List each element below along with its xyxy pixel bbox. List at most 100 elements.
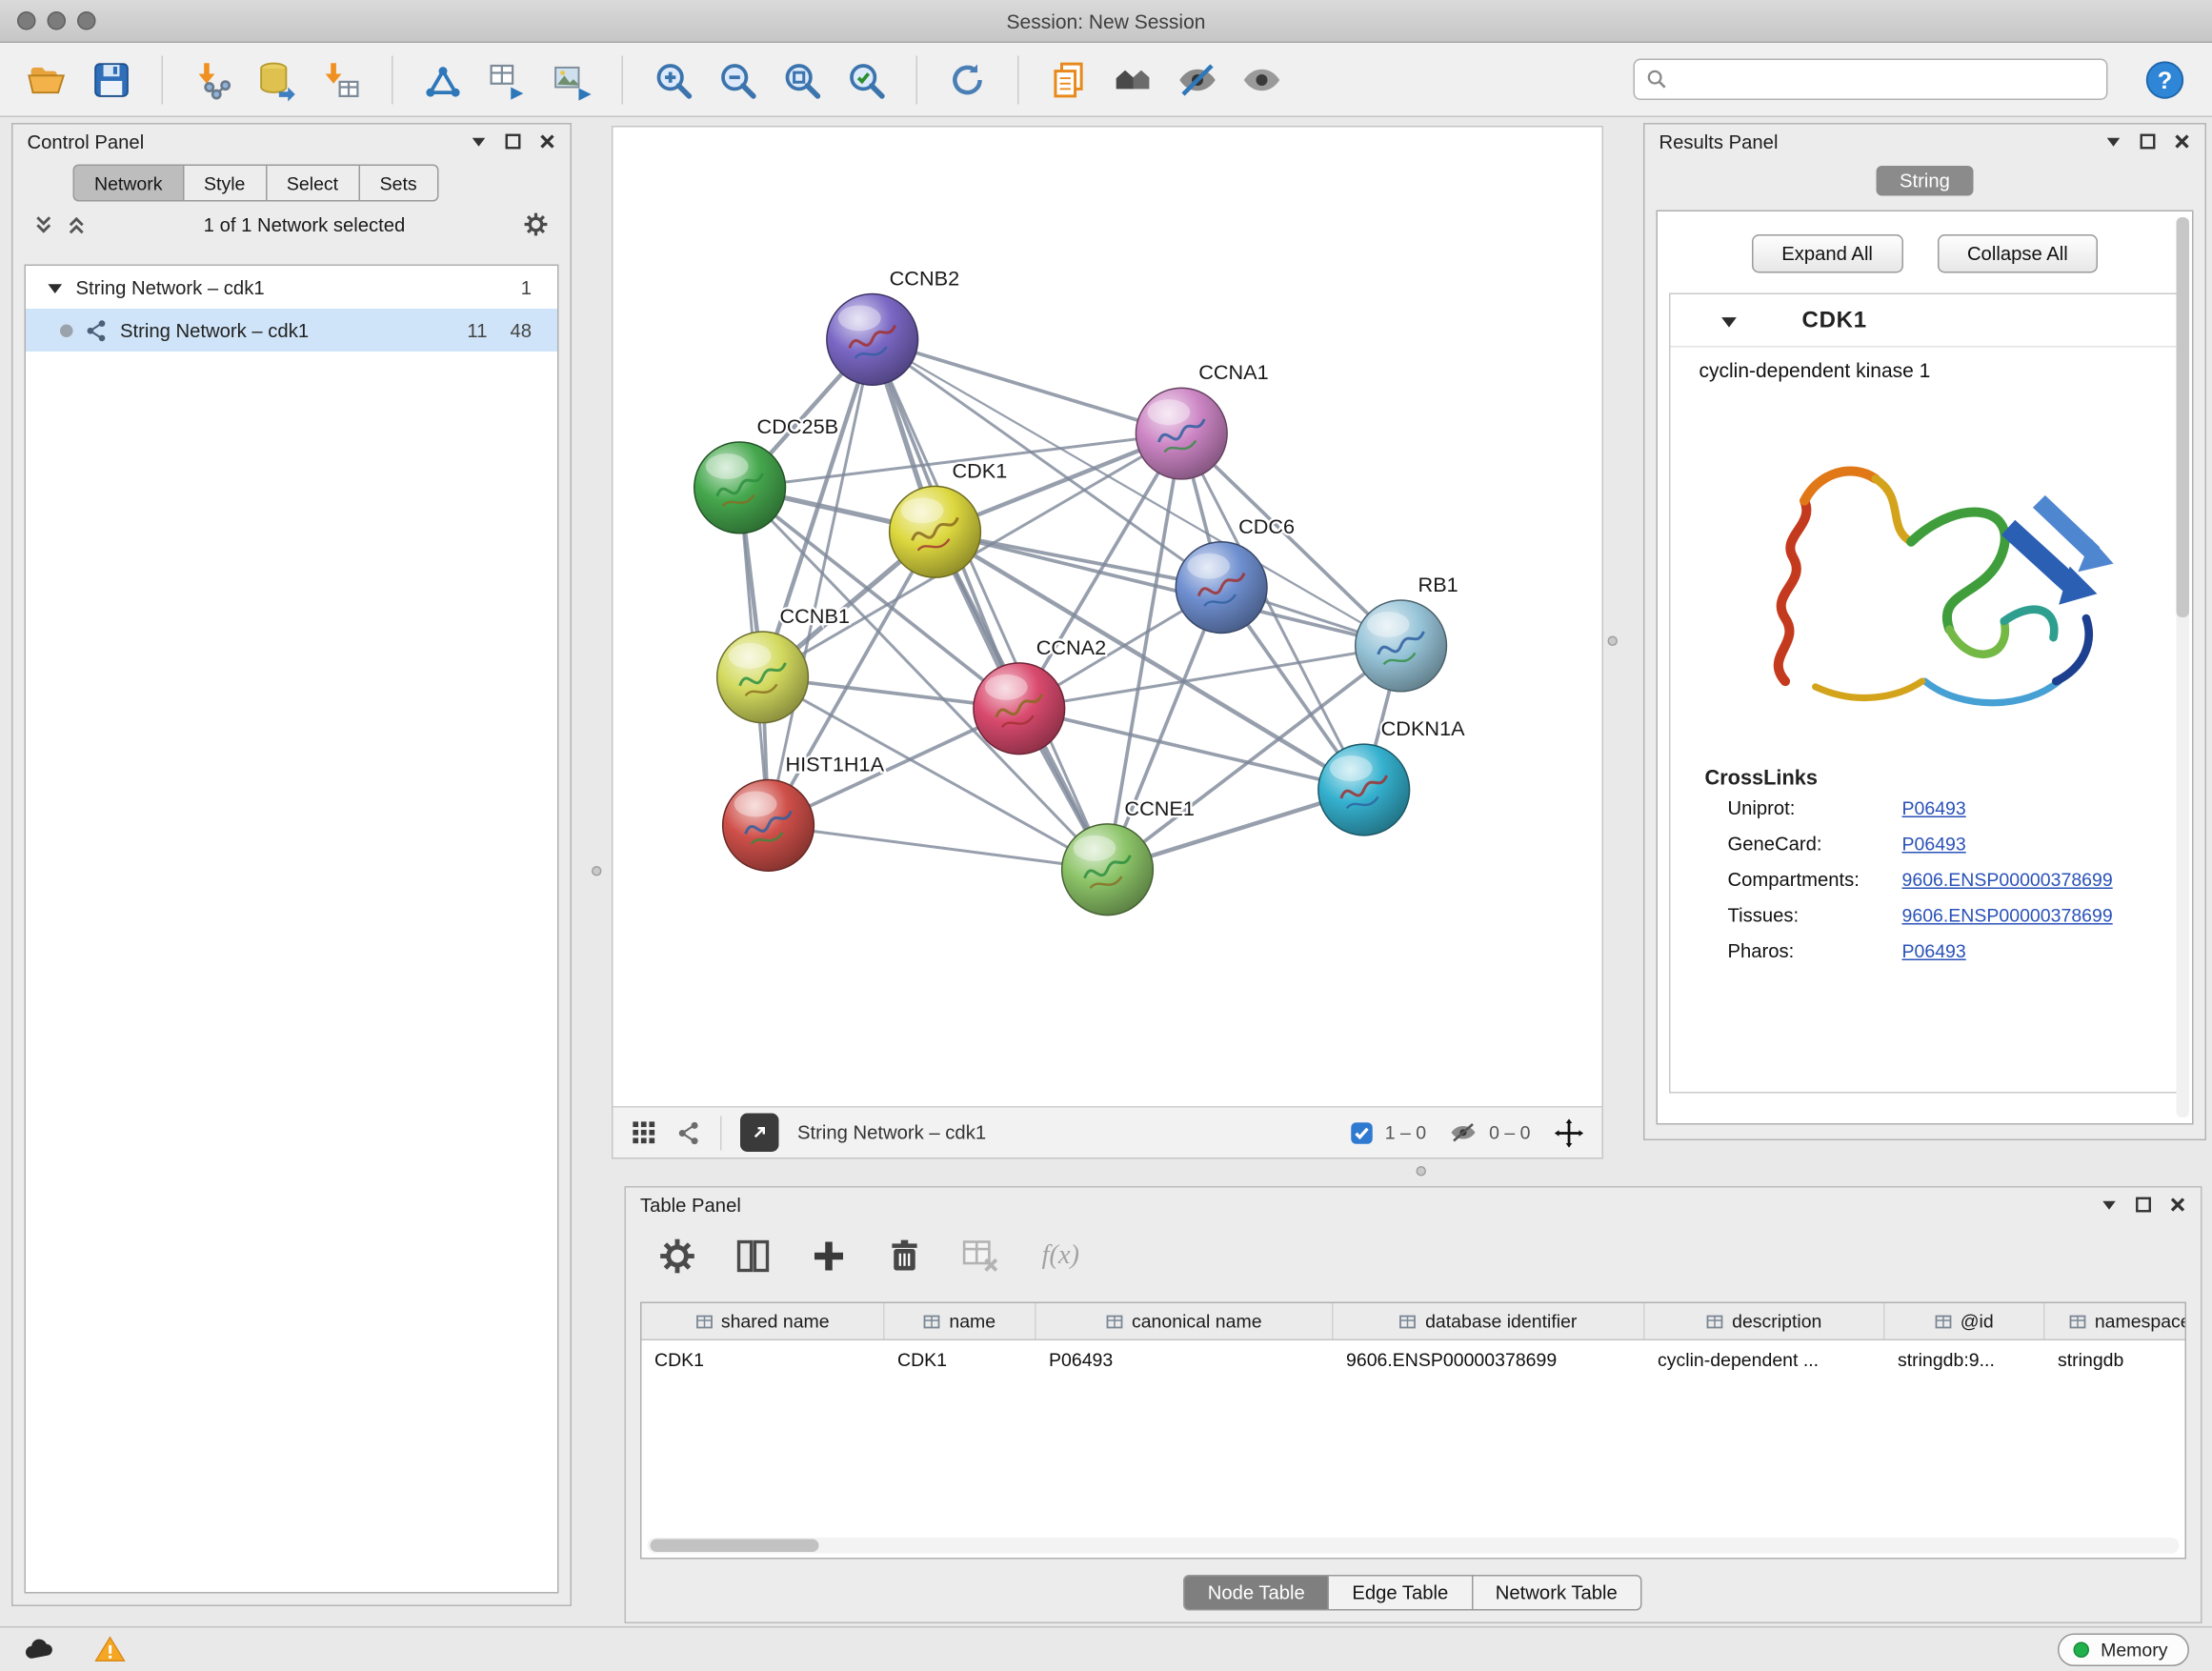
section-collapse-icon[interactable] xyxy=(1719,312,1739,332)
refresh-layout-button[interactable] xyxy=(940,52,995,107)
table-cell[interactable]: P06493 xyxy=(1036,1340,1334,1378)
share-network-icon[interactable] xyxy=(676,1119,702,1145)
import-table-file-button[interactable] xyxy=(314,52,369,107)
tab-style[interactable]: Style xyxy=(184,165,267,202)
selected-checkbox-icon[interactable] xyxy=(1351,1121,1374,1144)
results-splitter-handle[interactable] xyxy=(1608,636,1619,647)
panel-float-icon[interactable] xyxy=(2135,1197,2152,1214)
copy-document-button[interactable] xyxy=(1042,52,1096,107)
pan-crosshair-icon[interactable] xyxy=(1554,1117,1585,1148)
network-edge-CCNA2-CDKN1A[interactable] xyxy=(1019,709,1364,790)
network-options-gear-icon[interactable] xyxy=(522,211,551,239)
tab-network-table[interactable]: Network Table xyxy=(1471,1575,1641,1611)
network-edge-CCNB2-CCNA1[interactable] xyxy=(873,339,1182,433)
new-network-button[interactable] xyxy=(416,52,471,107)
panel-float-icon[interactable] xyxy=(2140,133,2157,151)
current-network-name: String Network – cdk1 xyxy=(797,1122,986,1144)
crosslink-value-link[interactable]: P06493 xyxy=(1902,834,1966,856)
tab-network[interactable]: Network xyxy=(73,165,185,202)
import-network-database-button[interactable] xyxy=(251,52,305,107)
table-cell[interactable]: stringdb:9... xyxy=(1885,1340,2045,1378)
collapse-all-tree-icon[interactable] xyxy=(33,213,55,235)
tab-node-table[interactable]: Node Table xyxy=(1183,1575,1329,1611)
cloud-icon[interactable] xyxy=(23,1637,57,1662)
table-tabs: Node TableEdge TableNetwork Table xyxy=(626,1575,2201,1611)
memory-button[interactable]: Memory xyxy=(2058,1633,2189,1666)
zoom-in-button[interactable] xyxy=(646,52,700,107)
vertical-splitter-handle[interactable] xyxy=(592,866,602,876)
export-table-button[interactable] xyxy=(480,52,534,107)
panel-close-icon[interactable] xyxy=(539,133,556,151)
panel-menu-icon[interactable] xyxy=(2101,1197,2118,1214)
column-header-canonical-name[interactable]: canonical name xyxy=(1036,1303,1334,1339)
home-view-button[interactable] xyxy=(1106,52,1160,107)
column-header--id[interactable]: @id xyxy=(1885,1303,2045,1339)
node-label-CCNA2: CCNA2 xyxy=(1036,635,1106,659)
zoom-selected-button[interactable] xyxy=(839,52,894,107)
open-session-button[interactable] xyxy=(20,52,74,107)
tab-string[interactable]: String xyxy=(1877,166,1973,196)
column-header-database-identifier[interactable]: database identifier xyxy=(1334,1303,1645,1339)
zoom-out-button[interactable] xyxy=(711,52,765,107)
delete-column-button[interactable] xyxy=(879,1231,931,1282)
panel-menu-icon[interactable] xyxy=(2105,133,2122,151)
column-header-shared-name[interactable]: shared name xyxy=(642,1303,885,1339)
node-label-CCNA1: CCNA1 xyxy=(1198,360,1268,384)
column-header-namespace[interactable]: namespace xyxy=(2045,1303,2187,1339)
panel-menu-icon[interactable] xyxy=(471,133,488,151)
table-cell[interactable]: CDK1 xyxy=(642,1340,885,1378)
table-row[interactable]: CDK1CDK1P064939606.ENSP00000378699cyclin… xyxy=(642,1340,2185,1378)
table-options-button[interactable] xyxy=(652,1231,703,1282)
create-column-button[interactable] xyxy=(803,1231,855,1282)
eye-icon xyxy=(1240,58,1283,101)
tab-sets[interactable]: Sets xyxy=(360,165,439,202)
export-image-button[interactable] xyxy=(545,52,599,107)
panel-float-icon[interactable] xyxy=(505,133,522,151)
tree-expand-icon[interactable] xyxy=(46,278,65,297)
show-panel-button[interactable] xyxy=(1235,52,1289,107)
collapse-all-button[interactable]: Collapse All xyxy=(1937,234,2098,273)
search-input[interactable] xyxy=(1677,69,2096,91)
network-collection-row[interactable]: String Network – cdk1 1 xyxy=(26,266,557,309)
save-session-button[interactable] xyxy=(85,52,139,107)
warning-icon[interactable] xyxy=(94,1635,126,1663)
network-row[interactable]: String Network – cdk1 11 48 xyxy=(26,309,557,352)
open-in-browser-button[interactable] xyxy=(740,1114,779,1153)
eye-slash-icon xyxy=(1176,58,1219,101)
help-button[interactable]: ? xyxy=(2138,52,2192,107)
results-panel-header: Results Panel xyxy=(1645,125,2205,159)
network-edge-HIST1H1A-CCNE1[interactable] xyxy=(769,825,1108,869)
column-sort-icon xyxy=(1935,1313,1952,1330)
expand-all-button[interactable]: Expand All xyxy=(1752,234,1903,273)
crosslink-value-link[interactable]: P06493 xyxy=(1902,940,1966,962)
delete-table-button[interactable] xyxy=(955,1231,1006,1282)
panel-close-icon[interactable] xyxy=(2174,133,2191,151)
zoom-fit-button[interactable] xyxy=(774,52,829,107)
svg-text:?: ? xyxy=(2158,67,2172,93)
crosslink-value-link[interactable]: 9606.ENSP00000378699 xyxy=(1902,869,2113,891)
table-cell[interactable]: cyclin-dependent ... xyxy=(1645,1340,1885,1378)
hide-panel-button[interactable] xyxy=(1171,52,1225,107)
import-network-file-button[interactable] xyxy=(186,52,240,107)
panel-close-icon[interactable] xyxy=(2169,1197,2186,1214)
tab-edge-table[interactable]: Edge Table xyxy=(1328,1575,1473,1611)
tab-select[interactable]: Select xyxy=(267,165,360,202)
crosslink-value-link[interactable]: P06493 xyxy=(1902,797,1966,819)
network-edge-CCNB2-CCNE1[interactable] xyxy=(873,339,1108,869)
table-horizontal-scrollbar[interactable] xyxy=(648,1538,2180,1554)
zoom-out-icon xyxy=(716,58,759,101)
table-cell[interactable]: 9606.ENSP00000378699 xyxy=(1334,1340,1645,1378)
crosslink-value-link[interactable]: 9606.ENSP00000378699 xyxy=(1902,905,2113,927)
expand-all-tree-icon[interactable] xyxy=(66,213,88,235)
horizontal-splitter-handle[interactable] xyxy=(1417,1166,1427,1177)
column-header-description[interactable]: description xyxy=(1645,1303,1885,1339)
function-builder-button[interactable]: f(x) xyxy=(1042,1240,1080,1272)
table-cell[interactable]: CDK1 xyxy=(885,1340,1036,1378)
show-columns-button[interactable] xyxy=(728,1231,779,1282)
results-scrollbar[interactable] xyxy=(2177,217,2190,1117)
column-header-name[interactable]: name xyxy=(885,1303,1036,1339)
birds-eye-view-icon[interactable] xyxy=(631,1119,658,1147)
network-graph[interactable]: CCNB2CCNA1CDC25BCDK1CDC6RB1CCNB1CCNA2CDK… xyxy=(613,128,1602,1107)
hidden-eye-slash-icon[interactable] xyxy=(1449,1122,1478,1144)
table-cell[interactable]: stringdb xyxy=(2045,1340,2187,1378)
